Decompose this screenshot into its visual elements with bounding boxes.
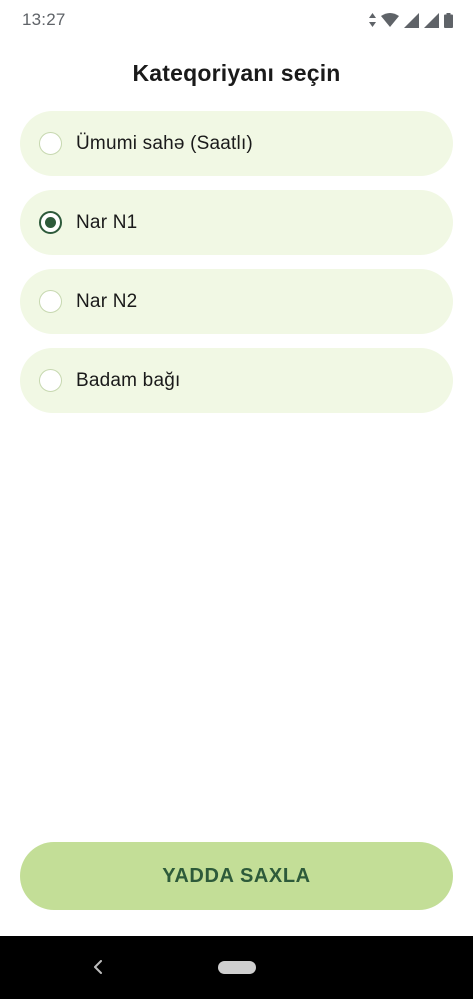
nav-back-button[interactable] xyxy=(88,955,108,979)
status-time: 13:27 xyxy=(22,10,66,29)
category-option-label: Badam bağı xyxy=(76,369,181,391)
category-option[interactable]: Badam bağı xyxy=(20,348,453,413)
data-arrows-icon xyxy=(369,13,376,27)
category-option[interactable]: Nar N2 xyxy=(20,269,453,334)
category-option-label: Nar N1 xyxy=(76,211,138,233)
battery-icon xyxy=(444,12,453,28)
screen: 13:27 Kateqoriyanı seçin Ümumi sahə (Saa… xyxy=(0,0,473,999)
category-option-label: Nar N2 xyxy=(76,290,138,312)
navigation-bar xyxy=(0,936,473,999)
chevron-left-icon xyxy=(94,960,102,974)
status-bar: 13:27 xyxy=(0,0,473,40)
category-option[interactable]: Nar N1 xyxy=(20,190,453,255)
signal-icon xyxy=(404,12,419,28)
radio-button-selected[interactable] xyxy=(39,211,62,234)
radio-button[interactable] xyxy=(39,369,62,392)
wifi-icon xyxy=(381,13,399,27)
status-icons xyxy=(369,12,453,28)
page-title: Kateqoriyanı seçin xyxy=(132,60,341,86)
signal-icon-2 xyxy=(424,12,439,28)
save-button[interactable]: YADDA SAXLA xyxy=(20,842,453,910)
radio-button[interactable] xyxy=(39,290,62,313)
category-option[interactable]: Ümumi sahə (Saatlı) xyxy=(20,111,453,176)
radio-button[interactable] xyxy=(39,132,62,155)
category-option-label: Ümumi sahə (Saatlı) xyxy=(76,132,253,154)
nav-home-pill[interactable] xyxy=(218,961,256,974)
category-option-list: Ümumi sahə (Saatlı) Nar N1 Nar N2 Badam … xyxy=(20,111,453,413)
